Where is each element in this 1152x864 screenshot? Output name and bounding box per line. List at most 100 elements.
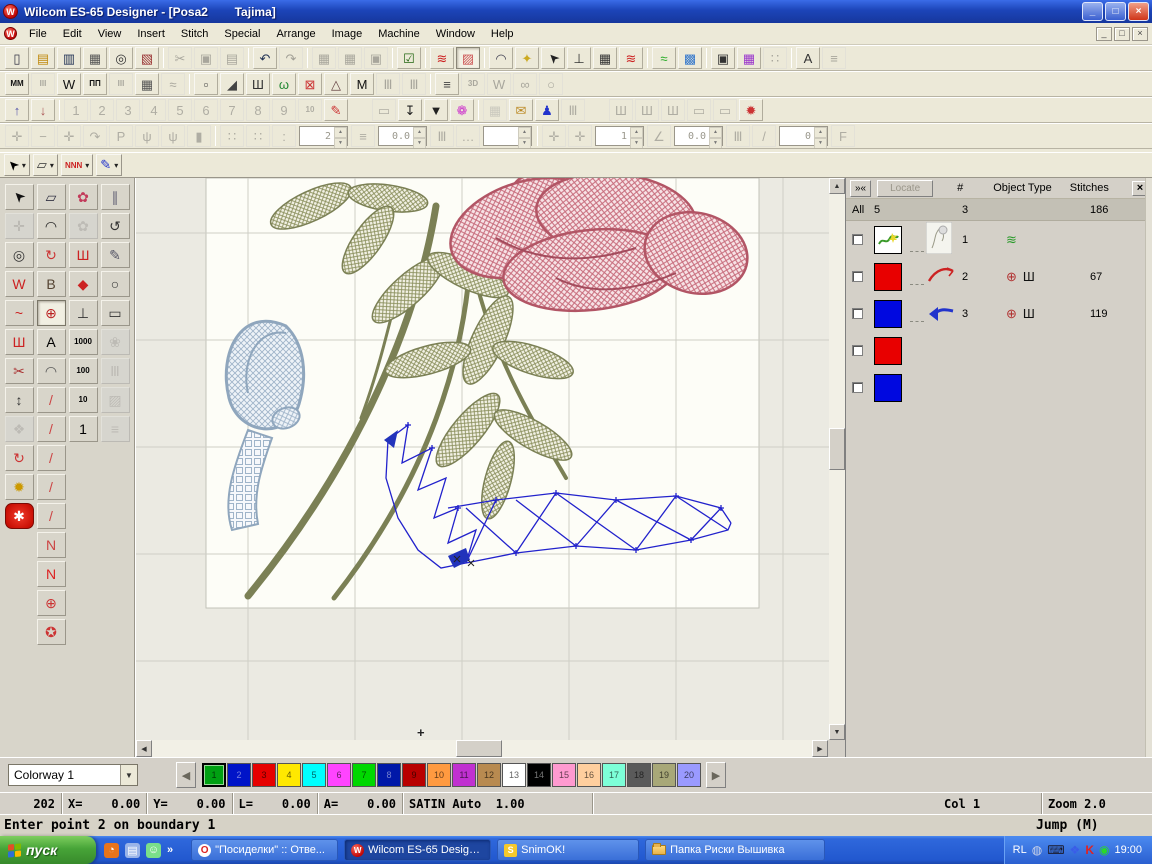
run-stitch-1-tool[interactable]: / [37, 387, 66, 413]
contour-fill-button[interactable]: ≈ [161, 73, 185, 95]
needle-down-button[interactable]: ↧ [398, 99, 422, 121]
bridge-span-tool[interactable]: ◠ [37, 358, 66, 384]
media-player-icon[interactable]: ◔ [104, 843, 119, 858]
zigzag-run-tool[interactable]: ~ [5, 300, 34, 326]
color-swatch[interactable] [874, 263, 902, 291]
penetration-point-tool[interactable]: ⊥ [69, 300, 98, 326]
menu-view[interactable]: View [90, 25, 130, 43]
chevron-down-icon[interactable]: ▼ [120, 765, 137, 785]
resequence-3-button[interactable]: 3 [116, 99, 140, 121]
p-flag-button[interactable]: P [109, 125, 133, 147]
fan-gray-tool[interactable]: ❖ [5, 416, 34, 442]
options-check-button[interactable]: ☑ [397, 47, 421, 69]
dropdown-caret-icon[interactable]: ▾ [50, 161, 54, 170]
bars-b-button[interactable]: Ⅲ [726, 125, 750, 147]
show-outline-button[interactable]: ◠ [489, 47, 513, 69]
palette-left-button[interactable]: ◀ [176, 762, 196, 788]
color-swatch[interactable] [874, 300, 902, 328]
taskbar-task-2[interactable]: WWilcom ES-65 Design... [344, 839, 491, 861]
messenger-icon[interactable]: ☺ [146, 843, 161, 858]
n-reshape-tool[interactable]: N [37, 532, 66, 558]
taskbar-task-1[interactable]: O"Посиделки" :: Отве... [191, 839, 338, 861]
run-stitch-4-tool[interactable]: / [37, 474, 66, 500]
horizontal-scroll-thumb[interactable] [456, 740, 502, 757]
letter-border-tool[interactable]: B [37, 271, 66, 297]
show-grid-button[interactable]: ▦ [593, 47, 617, 69]
digitize-pen-tool[interactable]: ✎▾ [96, 154, 122, 176]
ratio-button[interactable]: ≡ [351, 125, 375, 147]
stitch-list-a-button[interactable]: Ш [609, 99, 633, 121]
print-preview-button[interactable]: ◎ [109, 47, 133, 69]
envelope-button[interactable]: ✉ [509, 99, 533, 121]
hook-button[interactable]: ↷ [83, 125, 107, 147]
object-visible-checkbox[interactable] [852, 382, 863, 393]
nudge-b-button[interactable]: ✛ [57, 125, 81, 147]
desktop-icon[interactable]: ▤ [125, 843, 140, 858]
open-folder-button[interactable]: ▤ [31, 47, 55, 69]
cut-button[interactable]: ✂ [168, 47, 192, 69]
nudge-a-button[interactable]: ✛ [5, 125, 29, 147]
object-row[interactable]: 2⊕Ш67 [852, 258, 1152, 295]
skew-spinner[interactable]: 0▲▼ [779, 126, 828, 146]
color-chip-16[interactable]: 16 [577, 763, 601, 787]
resequence-8-button[interactable]: 8 [246, 99, 270, 121]
color-chip-8[interactable]: 8 [377, 763, 401, 787]
color-chip-3[interactable]: 3 [252, 763, 276, 787]
start-button[interactable]: пуск [0, 836, 96, 864]
volume-icon[interactable]: ◍ [1032, 844, 1042, 856]
stitch-list-b-button[interactable]: Ш [635, 99, 659, 121]
list-extra-button[interactable]: ≡ [822, 47, 846, 69]
complex-shape-tool[interactable]: ✎ [101, 242, 130, 268]
rotation-spinner[interactable]: 0.0▲▼ [674, 126, 723, 146]
color-chip-10[interactable]: 10 [427, 763, 451, 787]
color-chip-2[interactable]: 2 [227, 763, 251, 787]
menu-edit[interactable]: Edit [55, 25, 90, 43]
new-document-button[interactable]: ▯ [5, 47, 29, 69]
image-import-button[interactable]: ▧ [135, 47, 159, 69]
spacing-adjust-tool[interactable]: ↕ [5, 387, 34, 413]
stitch-list-c-button[interactable]: Ш [661, 99, 685, 121]
density-button[interactable]: ≡ [435, 73, 459, 95]
colorway-select[interactable]: Colorway 1 ▼ [8, 764, 138, 786]
point-edit-tool[interactable]: ◎ [5, 242, 34, 268]
scroll-down-button[interactable]: ▼ [829, 724, 845, 740]
frame-image-button[interactable]: ▣ [711, 47, 735, 69]
color-chip-19[interactable]: 19 [652, 763, 676, 787]
menu-arrange[interactable]: Arrange [268, 25, 323, 43]
taskbar-task-4[interactable]: Папка Риски Вышивка [645, 839, 825, 861]
star-fill-tool[interactable]: ✹ [5, 474, 34, 500]
ellipse-tool-tool[interactable]: ○ [101, 271, 130, 297]
parallel-weave-tool[interactable]: ∥ [101, 184, 130, 210]
horizontal-scrollbar[interactable]: ◀ ▶ [136, 740, 828, 757]
keyboard-icon[interactable]: ⌨ [1047, 844, 1064, 856]
block-button[interactable]: ▮ [187, 125, 211, 147]
reshape-object-tool[interactable]: ▱ [37, 184, 66, 210]
align-b-button[interactable]: ∷ [246, 125, 270, 147]
color-chip-5[interactable]: 5 [302, 763, 326, 787]
f-label-button[interactable]: F [831, 125, 855, 147]
palette-right-button[interactable]: ▶ [706, 762, 726, 788]
stop-simulator-tool[interactable]: ✱ [5, 503, 34, 529]
ring-button[interactable]: ○ [539, 73, 563, 95]
reshape-tool[interactable]: ▱▾ [33, 154, 58, 176]
color-chip-20[interactable]: 20 [677, 763, 701, 787]
scroll-up-button[interactable]: ▲ [829, 178, 845, 194]
resequence-5-button[interactable]: 5 [168, 99, 192, 121]
resequence-4-button[interactable]: 4 [142, 99, 166, 121]
color-chip-6[interactable]: 6 [327, 763, 351, 787]
count-spinner[interactable]: 2▲▼ [299, 126, 348, 146]
color-mix-button[interactable]: ✹ [739, 99, 763, 121]
grid-color-button[interactable]: ▦ [737, 47, 761, 69]
menu-special[interactable]: Special [216, 25, 268, 43]
slope-button[interactable]: / [752, 125, 776, 147]
grid-overlay-button[interactable]: ▦ [483, 99, 507, 121]
dashes-button[interactable]: … [456, 125, 480, 147]
color-swatch[interactable] [874, 337, 902, 365]
show-stitches-button[interactable]: ≋ [430, 47, 454, 69]
run-stitch-5-tool[interactable]: / [37, 503, 66, 529]
resequence-7-button[interactable]: 7 [220, 99, 244, 121]
dropdown-caret-icon[interactable]: ▾ [114, 161, 118, 170]
resequence-6-button[interactable]: 6 [194, 99, 218, 121]
show-green-stitch-button[interactable]: ≈ [652, 47, 676, 69]
box-gray-button[interactable]: ▭ [372, 99, 396, 121]
